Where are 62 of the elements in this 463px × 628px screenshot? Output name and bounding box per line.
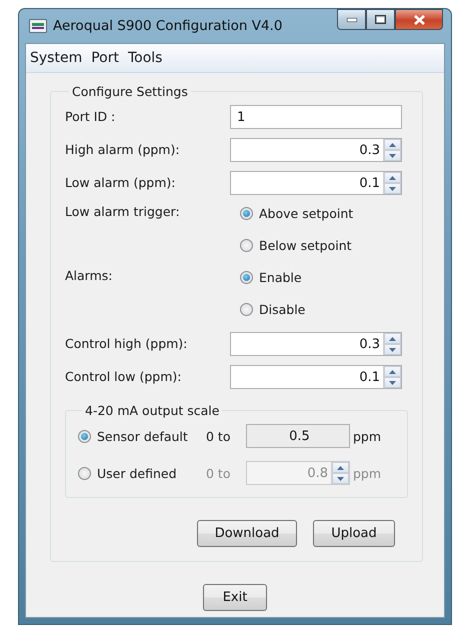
action-button[interactable]: Download bbox=[197, 520, 297, 547]
value-field: 0.5 bbox=[246, 424, 350, 448]
range-label: 0 to bbox=[206, 428, 232, 444]
spin-field[interactable]: 0.3 bbox=[230, 332, 402, 356]
radio-label: Below setpoint bbox=[259, 238, 352, 253]
close-button[interactable] bbox=[395, 9, 443, 30]
field-label: Alarms: bbox=[65, 268, 114, 283]
spin-field[interactable]: 0.1 bbox=[230, 171, 402, 195]
down-arrow-icon bbox=[389, 348, 396, 352]
unit-label: ppm bbox=[352, 428, 382, 444]
down-arrow-icon bbox=[389, 380, 396, 384]
field-label: Low alarm (ppm): bbox=[65, 174, 176, 190]
spin-up-button[interactable] bbox=[384, 139, 401, 150]
minimize-button[interactable] bbox=[337, 9, 366, 30]
window-title: Aeroqual S900 Configuration V4.0 bbox=[53, 18, 284, 34]
up-arrow-icon bbox=[389, 142, 396, 146]
input-field[interactable]: 1 bbox=[230, 105, 402, 129]
spin-field[interactable]: 0.1 bbox=[230, 365, 402, 389]
unit-label: ppm bbox=[352, 466, 382, 480]
close-icon bbox=[414, 14, 424, 24]
action-button[interactable]: Upload bbox=[313, 520, 395, 547]
field-label: Low alarm trigger: bbox=[65, 204, 181, 219]
radio-label: Sensor default bbox=[97, 428, 188, 444]
radio-label: Above setpoint bbox=[259, 206, 354, 221]
radio-button[interactable] bbox=[240, 207, 253, 220]
radio-label: Enable bbox=[259, 270, 302, 285]
maximize-button[interactable] bbox=[366, 9, 395, 30]
range-label: 0 to bbox=[206, 466, 232, 480]
radio-label: Disable bbox=[259, 302, 306, 317]
group-title: 4-20 mA output scale bbox=[84, 403, 220, 418]
spin-up-button[interactable] bbox=[384, 172, 401, 183]
menu-item[interactable]: System bbox=[30, 50, 82, 66]
up-arrow-icon bbox=[389, 176, 396, 180]
radio-label: User defined bbox=[97, 466, 177, 480]
field-label: Control low (ppm): bbox=[65, 368, 182, 384]
field-label: Port ID : bbox=[65, 108, 116, 124]
spin-down-button[interactable] bbox=[384, 377, 401, 388]
spin-down-button[interactable] bbox=[384, 183, 401, 194]
menu-item[interactable]: Port bbox=[91, 50, 119, 66]
field-label: High alarm (ppm): bbox=[65, 141, 181, 157]
spin-field[interactable]: 0.3 bbox=[230, 138, 402, 162]
maximize-icon bbox=[375, 15, 386, 24]
exit-button[interactable]: Exit bbox=[203, 584, 267, 611]
up-arrow-icon bbox=[389, 336, 396, 340]
up-arrow-icon bbox=[337, 466, 344, 470]
spin-down-button[interactable] bbox=[384, 150, 401, 161]
field-label: Control high (ppm): bbox=[65, 335, 188, 351]
minimize-icon bbox=[346, 18, 356, 22]
radio-button[interactable] bbox=[240, 303, 253, 316]
down-arrow-icon bbox=[389, 186, 396, 190]
app-icon bbox=[29, 19, 47, 33]
down-arrow-icon bbox=[337, 476, 344, 480]
radio-button[interactable] bbox=[240, 239, 253, 252]
radio-button[interactable] bbox=[78, 430, 91, 442]
spin-up-button[interactable] bbox=[384, 366, 401, 377]
menu-item[interactable]: Tools bbox=[128, 50, 162, 66]
up-arrow-icon bbox=[389, 370, 396, 374]
radio-button[interactable] bbox=[240, 271, 253, 284]
spin-down-button[interactable] bbox=[384, 344, 401, 355]
down-arrow-icon bbox=[389, 154, 396, 158]
group-title: Configure Settings bbox=[71, 84, 189, 99]
spin-up-button[interactable] bbox=[384, 333, 401, 344]
